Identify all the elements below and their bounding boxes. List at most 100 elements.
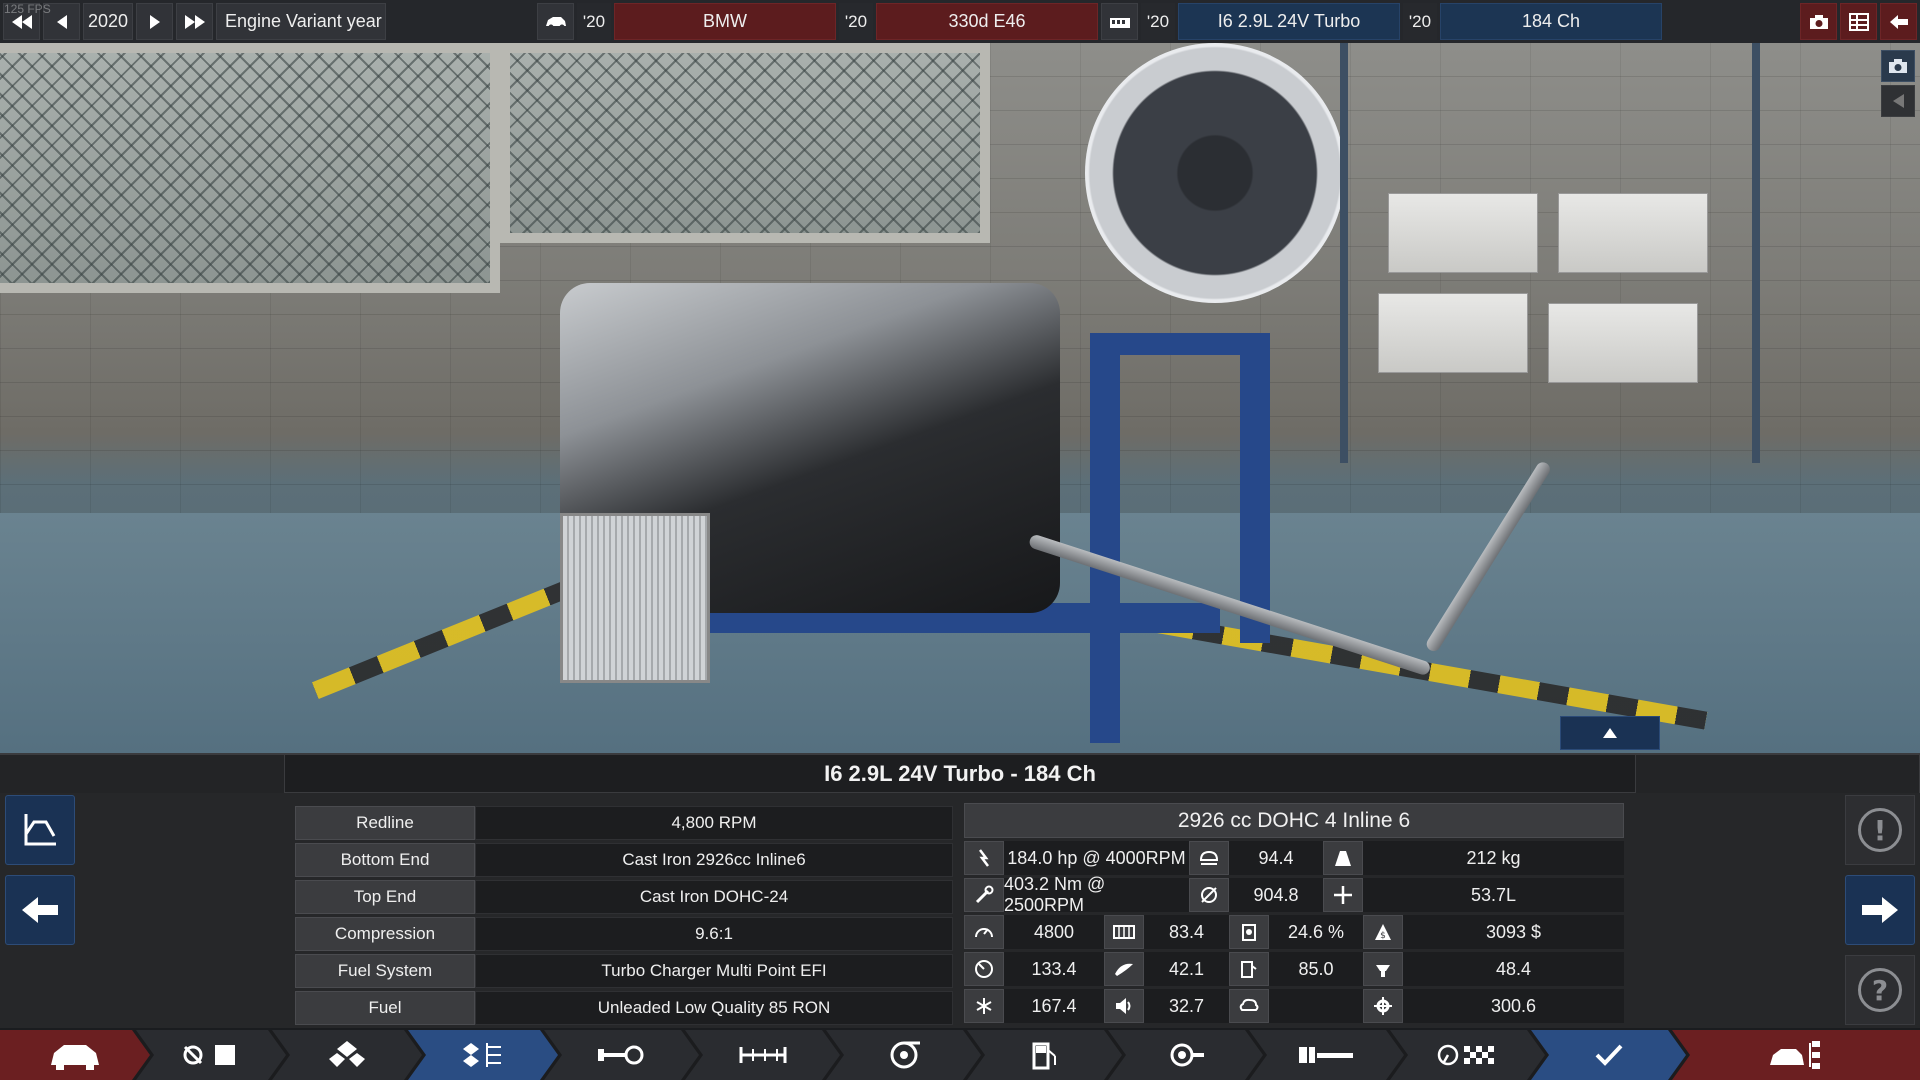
nav-export-car[interactable] [1672, 1030, 1920, 1080]
panel-left-tab [0, 755, 285, 793]
size-icon [1323, 878, 1363, 912]
table-icon [1848, 12, 1869, 31]
smoothness-value: 94.4 [1258, 847, 1294, 868]
spec-label: Redline [295, 806, 475, 840]
camera-icon [1809, 14, 1828, 29]
cost-icon: $ [1363, 915, 1403, 949]
test-stand [1090, 343, 1120, 743]
car-select-button[interactable] [537, 3, 574, 40]
nav-engine-variant[interactable] [408, 1030, 558, 1080]
triangle-left-icon [56, 14, 67, 29]
help-button[interactable]: ? [1845, 955, 1915, 1025]
engine-selector[interactable]: I6 2.9L 24V Turbo [1178, 3, 1400, 40]
engine-variant-icon [459, 1039, 507, 1071]
fps-counter: 125 FPS [4, 2, 51, 16]
nav-finish[interactable] [1531, 1030, 1686, 1080]
cost-value: 3093 $ [1485, 921, 1542, 942]
nav-engine-family[interactable] [272, 1030, 422, 1080]
triangle-right-icon [149, 14, 160, 29]
nav-bottom-end[interactable] [544, 1030, 699, 1080]
rpm-gauge-icon [964, 915, 1004, 949]
stats-row: 403.2 Nm @ 2500RPM 904.8 53.7L [964, 874, 1624, 915]
spec-row: Fuel Unleaded Low Quality 85 RON [295, 991, 953, 1025]
nav-fuel[interactable] [967, 1030, 1122, 1080]
expand-panel-button[interactable] [1560, 716, 1660, 750]
cooling-fan [1085, 43, 1345, 303]
collapse-side-button[interactable] [1881, 85, 1915, 117]
nav-top-end[interactable] [685, 1030, 840, 1080]
engine-viewport[interactable] [0, 43, 1920, 753]
arrow-right-icon [1862, 897, 1898, 923]
nav-tune[interactable] [1249, 1030, 1404, 1080]
family-files-icon [179, 1041, 243, 1069]
fuel-icon [1030, 1040, 1060, 1070]
nav-family-files[interactable] [136, 1030, 286, 1080]
warning-button[interactable]: ! [1845, 795, 1915, 865]
arrow-left-icon [1889, 14, 1908, 29]
triangle-up-icon [1603, 728, 1617, 738]
panel-title: I6 2.9L 24V Turbo - 184 Ch [285, 755, 1635, 793]
export-car-icon [1770, 1041, 1820, 1069]
crate [1388, 193, 1538, 273]
exclamation-icon: ! [1858, 808, 1902, 852]
arrow-left-icon [22, 897, 58, 923]
service-icon [1363, 952, 1403, 986]
fast-forward-icon [184, 14, 205, 29]
nav-exhaust[interactable] [1108, 1030, 1263, 1080]
engineering-time-value: 300.6 [1490, 995, 1537, 1016]
efficiency-value: 24.6 % [1287, 921, 1345, 942]
next-year-button[interactable] [136, 3, 173, 40]
engine-family-icon [327, 1039, 367, 1071]
storage-shelf [1340, 43, 1760, 463]
workflow-nav [0, 1030, 1920, 1080]
car-icon [545, 16, 566, 29]
exit-button[interactable] [1880, 3, 1917, 40]
intercooler-model [560, 513, 710, 683]
cooling-value: 167.4 [1031, 995, 1077, 1016]
car-icon [48, 1039, 102, 1071]
power-value: 184.0 hp @ 4000RPM [1007, 847, 1186, 868]
spreadsheet-button[interactable] [1840, 3, 1877, 40]
tune-icon [1297, 1043, 1357, 1067]
crate [1558, 193, 1708, 273]
triangle-left-icon [1893, 94, 1904, 108]
camera-icon [1889, 59, 1907, 73]
loudness-value: 32.7 [1168, 995, 1205, 1016]
weight-value: 212 kg [1466, 847, 1521, 868]
throttle-value: 133.4 [1031, 958, 1077, 979]
next-button[interactable] [1845, 875, 1915, 945]
responsiveness-icon [1104, 915, 1144, 949]
make-selector[interactable]: BMW [614, 3, 836, 40]
emissions-b-value [1269, 989, 1363, 1023]
model-selector[interactable]: 330d E46 [876, 3, 1098, 40]
nav-turbo[interactable] [826, 1030, 981, 1080]
variant-year: '20 [1403, 3, 1437, 40]
size-value: 53.7L [1470, 884, 1517, 905]
responsiveness-value: 83.4 [1168, 921, 1205, 942]
stats-header: 2926 cc DOHC 4 Inline 6 [964, 803, 1624, 838]
emissions-a-value: 42.1 [1168, 958, 1205, 979]
photo-button[interactable] [1800, 3, 1837, 40]
variant-selector[interactable]: 184 Ch [1440, 3, 1662, 40]
screenshot-button[interactable] [1881, 50, 1915, 82]
top-end-icon [737, 1043, 789, 1067]
spec-value: Unleaded Low Quality 85 RON [475, 991, 953, 1025]
stats-row: 184.0 hp @ 4000RPM 94.4 212 kg [964, 841, 1624, 875]
back-button[interactable] [5, 875, 75, 945]
engine-select-button[interactable] [1101, 3, 1138, 40]
spec-value: Cast Iron DOHC-24 [475, 880, 953, 914]
last-year-button[interactable] [176, 3, 213, 40]
efficiency-icon [1229, 915, 1269, 949]
nav-test[interactable] [1390, 1030, 1545, 1080]
spec-row: Top End Cast Iron DOHC-24 [295, 880, 953, 914]
graph-button[interactable] [5, 795, 75, 865]
nav-car[interactable] [0, 1030, 150, 1080]
throttle-icon [964, 952, 1004, 986]
engine-year: '20 [1141, 3, 1175, 40]
emissions-b-icon [1229, 989, 1269, 1023]
spec-value: 4,800 RPM [475, 806, 953, 840]
economy-value: 85.0 [1298, 958, 1334, 979]
reliability-value: 904.8 [1253, 884, 1299, 905]
spec-label: Fuel [295, 991, 475, 1025]
torque-icon [964, 878, 1004, 912]
